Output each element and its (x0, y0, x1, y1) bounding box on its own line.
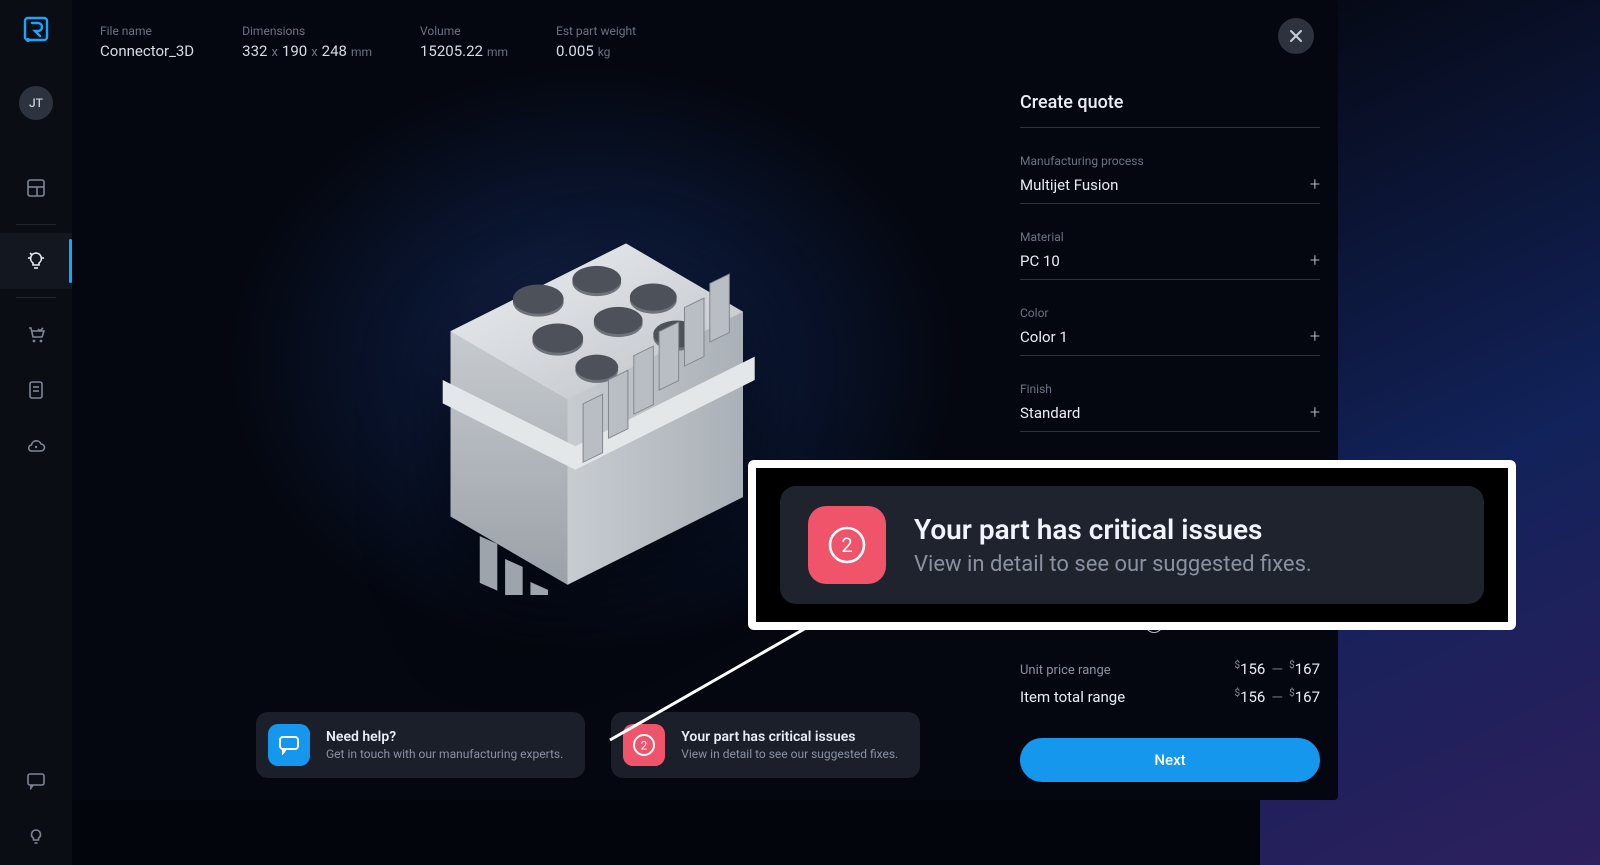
chat-bubble-icon (268, 724, 310, 766)
dimensions-label: Dimensions (242, 24, 372, 38)
callout-sub: View in detail to see our suggested fixe… (914, 552, 1312, 577)
color-label: Color (1020, 306, 1320, 320)
avatar[interactable]: JT (19, 86, 53, 120)
material-label: Material (1020, 230, 1320, 244)
field-color[interactable]: Color Color 1 + (1020, 306, 1320, 356)
unit-price-value: $156—$167 (1234, 660, 1320, 678)
cart-icon (26, 324, 46, 344)
plus-icon[interactable]: + (1310, 326, 1320, 347)
close-icon (1289, 29, 1303, 43)
dashboard-icon (26, 178, 46, 198)
chat-icon (26, 772, 46, 790)
close-button[interactable] (1278, 18, 1314, 54)
meta-dimensions: Dimensions 332x190x248mm (242, 24, 372, 60)
color-value: Color 1 (1020, 328, 1068, 346)
volume-label: Volume (420, 24, 508, 38)
help-card-sub: Get in touch with our manufacturing expe… (326, 747, 563, 761)
unit-price-label: Unit price range (1020, 663, 1111, 678)
nav-cloud[interactable] (0, 418, 72, 474)
help-card[interactable]: Need help? Get in touch with our manufac… (256, 712, 585, 778)
weight-value: 0.005kg (556, 42, 636, 60)
document-icon (27, 380, 45, 400)
filename-label: File name (100, 24, 194, 38)
callout-leader-line (590, 610, 840, 750)
item-total-label: Item total range (1020, 688, 1125, 706)
unit-price-row: Unit price range $156—$167 (1020, 660, 1320, 678)
plus-icon[interactable]: + (1310, 402, 1320, 423)
quote-panel: Create quote Manufacturing process Multi… (1020, 92, 1320, 782)
field-finish[interactable]: Finish Standard + (1020, 382, 1320, 432)
avatar-initials: JT (29, 96, 43, 110)
app-logo[interactable] (19, 12, 53, 46)
file-meta: File name Connector_3D Dimensions 332x19… (100, 24, 636, 60)
lightbulb-small-icon (26, 827, 46, 847)
meta-weight: Est part weight 0.005kg (556, 24, 636, 60)
part-render-icon (392, 185, 782, 595)
issues-callout: 2 Your part has critical issues View in … (748, 460, 1516, 630)
process-value: Multijet Fusion (1020, 176, 1118, 194)
nav-chat[interactable] (0, 753, 72, 809)
plus-icon[interactable]: + (1310, 250, 1320, 271)
part-viewer[interactable] (372, 170, 802, 610)
volume-value: 15205.22mm (420, 42, 508, 60)
process-label: Manufacturing process (1020, 154, 1320, 168)
filename-value: Connector_3D (100, 42, 194, 60)
item-total-row: Item total range $156—$167 (1020, 688, 1320, 706)
issue-count-big-icon: 2 (808, 506, 886, 584)
nav-ideas[interactable] (0, 233, 72, 289)
nav-docs[interactable] (0, 362, 72, 418)
plus-icon[interactable]: + (1310, 174, 1320, 195)
left-rail: JT (0, 0, 72, 865)
field-material[interactable]: Material PC 10 + (1020, 230, 1320, 280)
weight-label: Est part weight (556, 24, 636, 38)
nav-dashboard[interactable] (0, 160, 72, 216)
panel-title: Create quote (1020, 92, 1320, 128)
lightbulb-icon (25, 250, 47, 272)
app-root: JT (0, 0, 1600, 865)
issues-callout-card[interactable]: 2 Your part has critical issues View in … (780, 486, 1484, 604)
meta-volume: Volume 15205.22mm (420, 24, 508, 60)
finish-label: Finish (1020, 382, 1320, 396)
meta-filename: File name Connector_3D (100, 24, 194, 60)
cloud-icon (25, 438, 47, 454)
material-value: PC 10 (1020, 252, 1060, 270)
help-card-title: Need help? (326, 729, 563, 745)
dimensions-value: 332x190x248mm (242, 42, 372, 60)
nav-tips[interactable] (0, 809, 72, 865)
nav-cart[interactable] (0, 306, 72, 362)
finish-value: Standard (1020, 404, 1080, 422)
item-total-value: $156—$167 (1234, 688, 1320, 706)
next-button[interactable]: Next (1020, 738, 1320, 782)
svg-text:2: 2 (841, 533, 852, 557)
callout-title: Your part has critical issues (914, 513, 1312, 546)
field-process[interactable]: Manufacturing process Multijet Fusion + (1020, 154, 1320, 204)
